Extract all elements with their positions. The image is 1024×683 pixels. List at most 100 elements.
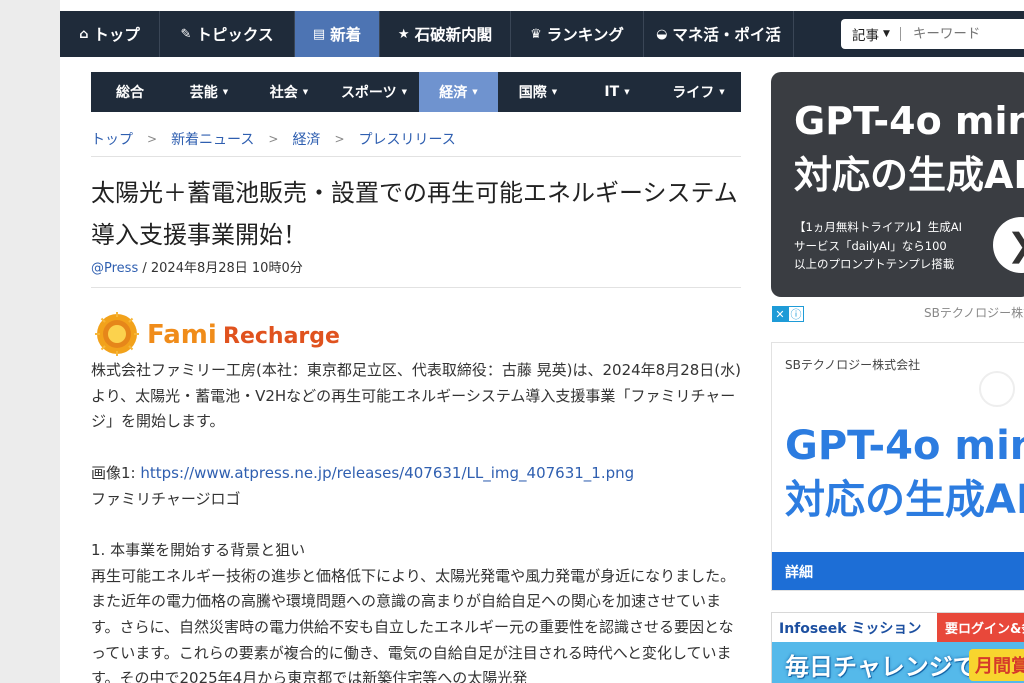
category-life[interactable]: ライフ ▼ xyxy=(656,72,741,112)
moneybag-icon: ◒ xyxy=(656,26,668,42)
ad-text-line-2: サービス「dailyAI」なら100 xyxy=(794,238,947,253)
close-x-icon: ✕ xyxy=(772,306,788,322)
nav-label: 石破新内閣 xyxy=(414,26,493,44)
category-it[interactable]: IT ▼ xyxy=(578,72,656,112)
article-intro: 株式会社ファミリー工房(本社：東京都足立区、代表取締役：古藤 晃英)は、2024… xyxy=(91,361,741,431)
category-entertainment[interactable]: 芸能 ▼ xyxy=(169,72,249,112)
ad-headline-line-1: GPT-4o mini xyxy=(794,99,1024,143)
ad-text-line-3: 以上のプロンプトテンプレ搭載 xyxy=(794,257,955,271)
ad-banner-top[interactable]: GPT-4o mini 対応の生成AI 【1ヵ月無料トライアル】生成AI サービス「… xyxy=(771,72,1024,297)
category-label: 社会 xyxy=(269,85,298,101)
section-heading: 1. 本事業を開始する背景と狙い xyxy=(91,540,306,559)
nav-label: トピックス xyxy=(196,26,274,44)
category-economy[interactable]: 経済 ▼ xyxy=(419,72,498,112)
category-label: ライフ xyxy=(672,85,715,101)
article-source-link[interactable]: @Press xyxy=(91,261,138,276)
ad-sponsor-label: SBテクノロジー株式会社 xyxy=(924,306,1024,320)
article-meta: @Press / 2024年8月28日 10時0分 xyxy=(91,261,303,276)
category-bar: 総合 芸能 ▼ 社会 ▼ スポーツ ▼ 経済 ▼ 国際 ▼ IT ▼ ライフ ▼ xyxy=(91,72,741,112)
ad-headline: GPT-4o mini 対応の生成AI xyxy=(794,94,1024,202)
nav-label: マネ活・ポイ活 xyxy=(672,26,781,44)
login-required-badge: 要ログイン&条件 xyxy=(937,613,1024,642)
search-divider xyxy=(899,27,901,41)
image-label: 画像1: xyxy=(91,463,141,482)
page: ⌂ トップ ✎ トピックス ▤ 新着 ★ 石破新内閣 ♛ ランキング ◒ マネ活・ポイ活 記… xyxy=(0,0,1024,683)
infoseek-mission-banner[interactable]: Infoseek ミッション 要ログイン&条件 毎日チャレンジで 月間賞 xyxy=(771,612,1024,683)
ad-description: 【1ヵ月無料トライアル】生成AI サービス「dailyAI」なら100 以上のプロン… xyxy=(794,218,962,274)
ad-headline-line-2: 対応の生成AI xyxy=(785,477,1024,523)
nav-label: ランキング xyxy=(546,26,624,44)
category-label: 経済 xyxy=(439,85,468,101)
ad-card-middle[interactable]: SBテクノロジー株式会社 GPT-4o mini 対応の生成AI 詳細 xyxy=(771,342,1024,591)
chevron-down-icon: ▼ xyxy=(883,29,890,39)
article-date: 2024年8月28日 10時0分 xyxy=(150,261,303,276)
breadcrumb-press-release[interactable]: プレスリリース xyxy=(359,129,456,149)
breadcrumb: トップ > 新着ニュース > 経済 > プレスリリース xyxy=(91,129,456,149)
image-caption: ファミリチャージロゴ xyxy=(91,489,241,508)
caret-down-icon: ▼ xyxy=(401,88,408,96)
section-text: 再生可能エネルギー技術の進歩と価格低下により、太陽光発電や風力発電が身近になりま… xyxy=(91,566,736,683)
caret-down-icon: ▼ xyxy=(472,88,478,96)
ad-choices-icon[interactable]: ✕ ⓘ xyxy=(772,306,804,322)
ad-headline: GPT-4o mini 対応の生成AI xyxy=(785,419,1024,527)
article-body: 株式会社ファミリー工房(本社：東京都足立区、代表取締役：古藤 晃英)は、2024… xyxy=(91,358,743,683)
category-label: スポーツ xyxy=(340,85,397,101)
category-international[interactable]: 国際 ▼ xyxy=(498,72,578,112)
divider xyxy=(91,156,741,157)
search-scope-select[interactable]: 記事 ▼ xyxy=(841,24,890,44)
document-icon: ▤ xyxy=(312,26,326,42)
category-society[interactable]: 社会 ▼ xyxy=(249,72,329,112)
ad-headline-line-2: 対応の生成AI xyxy=(794,153,1024,197)
nav-item-ranking[interactable]: ♛ ランキング xyxy=(511,11,644,57)
home-icon: ⌂ xyxy=(79,26,89,42)
info-icon: ⓘ xyxy=(788,306,804,322)
fami-recharge-logo: Fami Recharge xyxy=(95,311,345,357)
divider xyxy=(91,287,741,288)
ad-text-line-1: 【1ヵ月無料トライアル】生成AI xyxy=(794,220,962,234)
nav-label: 新着 xyxy=(330,26,362,44)
logo-text-fami: Fami xyxy=(147,320,217,350)
caret-down-icon: ▼ xyxy=(551,88,558,96)
chevron-right-icon: ❯ xyxy=(1007,226,1024,264)
logo-text-recharge: Recharge xyxy=(223,324,340,349)
daily-challenge-text: 毎日チャレンジで xyxy=(785,653,977,681)
image-reference: 画像1: https://www.atpress.ne.jp/releases/… xyxy=(91,461,743,487)
image-link[interactable]: https://www.atpress.ne.jp/releases/40763… xyxy=(140,464,634,482)
infoseek-mission-brand: Infoseek ミッション xyxy=(772,613,937,642)
nav-item-topics[interactable]: ✎ トピックス xyxy=(160,11,295,57)
article-title: 太陽光＋蓄電池販売・設置での再生可能エネルギーシステム導入支援事業開始！ xyxy=(91,179,738,249)
chevron-right-icon: > xyxy=(268,132,279,146)
category-label: 国際 xyxy=(518,85,547,101)
caret-down-icon: ▼ xyxy=(719,88,725,96)
category-sports[interactable]: スポーツ ▼ xyxy=(329,72,419,112)
star-icon: ★ xyxy=(397,26,410,42)
caret-down-icon: ▼ xyxy=(222,88,229,96)
monthly-prize-badge: 月間賞 xyxy=(969,649,1024,681)
breadcrumb-economy[interactable]: 経済 xyxy=(292,129,320,149)
chevron-right-icon: > xyxy=(147,132,158,146)
breadcrumb-top[interactable]: トップ xyxy=(91,129,133,149)
nav-label: トップ xyxy=(93,26,140,44)
search-input[interactable] xyxy=(912,26,1013,42)
breadcrumb-new-news[interactable]: 新着ニュース xyxy=(171,129,254,149)
category-label: IT xyxy=(604,84,620,100)
caret-down-icon: ▼ xyxy=(624,88,630,96)
pencil-icon: ✎ xyxy=(180,26,192,42)
nav-item-new[interactable]: ▤ 新着 xyxy=(295,11,380,57)
chevron-right-icon: > xyxy=(334,132,345,146)
search-box: 記事 ▼ xyxy=(841,19,1024,49)
ad-details-button[interactable]: 詳細 xyxy=(772,552,1024,590)
search-scope-label: 記事 xyxy=(852,28,879,44)
category-label: 総合 xyxy=(116,85,144,101)
caret-down-icon: ▼ xyxy=(302,88,309,96)
ad-company: SBテクノロジー株式会社 xyxy=(785,358,921,372)
category-general[interactable]: 総合 xyxy=(91,72,169,112)
category-label: 芸能 xyxy=(189,85,218,101)
nav-item-top[interactable]: ⌂ トップ xyxy=(60,11,160,57)
nav-item-money[interactable]: ◒ マネ活・ポイ活 xyxy=(644,11,794,57)
crown-icon: ♛ xyxy=(530,26,542,42)
nav-item-cabinet[interactable]: ★ 石破新内閣 xyxy=(380,11,511,57)
ad-ring-decoration xyxy=(979,371,1015,407)
